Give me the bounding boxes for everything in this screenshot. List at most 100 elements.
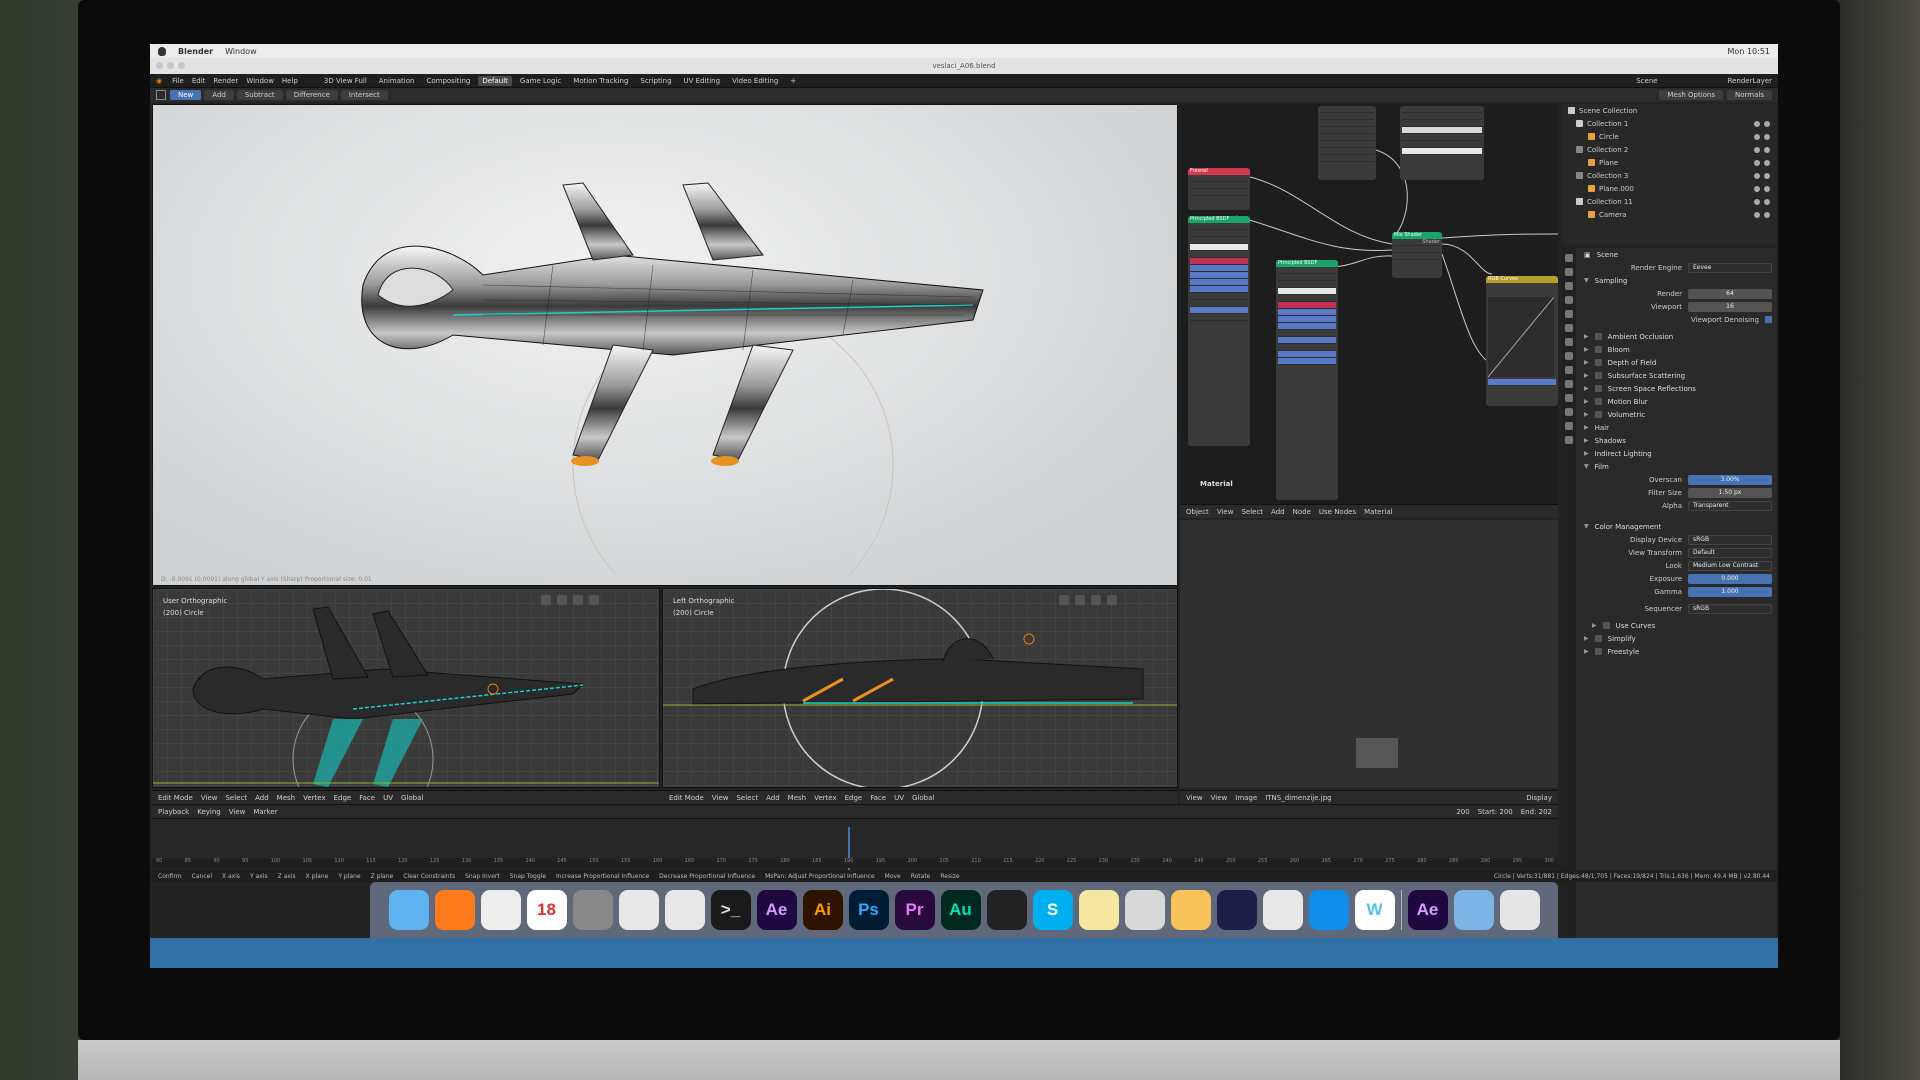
calendar-icon[interactable]: 18 — [526, 890, 567, 930]
image-menu-view-0[interactable]: View — [1186, 794, 1203, 802]
terminal-icon[interactable]: >_ — [710, 890, 751, 930]
add-button[interactable]: Add — [204, 90, 234, 100]
look-dropdown[interactable]: Medium Low Contrast — [1688, 560, 1772, 571]
end-frame-field[interactable]: End: 202 — [1521, 808, 1552, 816]
display-menu[interactable]: Display — [1526, 794, 1552, 802]
minimize-icon[interactable] — [167, 62, 174, 69]
section-checkbox[interactable] — [1594, 411, 1602, 418]
tab-uv-editing[interactable]: UV Editing — [680, 76, 725, 86]
tab-scripting[interactable]: Scripting — [636, 76, 675, 86]
overscan-field[interactable]: 3.00% — [1688, 474, 1772, 485]
node-menu-material[interactable]: Material — [1364, 508, 1392, 516]
section-checkbox[interactable] — [1594, 359, 1602, 366]
menu-add[interactable]: Add — [766, 794, 780, 802]
timeline-menu-keying[interactable]: Keying — [197, 808, 221, 816]
skype-icon[interactable]: S — [1032, 890, 1073, 930]
color-management-section[interactable]: ▼ Color Management — [1578, 520, 1776, 533]
orientation-dropdown[interactable]: Global — [401, 794, 423, 802]
preview-icon[interactable] — [1124, 890, 1165, 930]
menu-file[interactable]: File — [172, 77, 184, 85]
premiere-icon[interactable]: Pr — [894, 890, 935, 930]
trash-icon[interactable] — [1499, 890, 1540, 930]
principled-bsdf-node-2[interactable]: Principled BSDF — [1276, 260, 1338, 500]
node-menu-select[interactable]: Select — [1241, 508, 1263, 516]
menu-view[interactable]: View — [712, 794, 729, 802]
eye-icon[interactable] — [1754, 133, 1760, 140]
menu-help[interactable]: Help — [282, 77, 298, 85]
section-bloom[interactable]: ▶ Bloom — [1578, 343, 1776, 356]
data-tab-icon[interactable] — [1565, 408, 1573, 416]
outliner-row-collection-11[interactable]: Collection 11 — [1562, 195, 1776, 208]
render-tab-icon[interactable] — [1565, 268, 1573, 276]
render-engine-dropdown[interactable]: Eevee — [1688, 262, 1772, 273]
image-menu-view-1[interactable]: View — [1211, 794, 1228, 802]
menu-uv[interactable]: UV — [383, 794, 393, 802]
normals-button[interactable]: Normals — [1727, 90, 1772, 100]
shader-node-editor[interactable]: Fresnel Principled BSDF Principled BSDF … — [1180, 104, 1558, 504]
outliner-row-circle[interactable]: Circle — [1562, 130, 1776, 143]
orientation-dropdown[interactable]: Global — [912, 794, 934, 802]
chrome-icon[interactable] — [480, 890, 521, 930]
main-3d-viewport[interactable]: D: -0.0091 (0.0091) along global Y axis … — [152, 104, 1178, 626]
camera-icon[interactable] — [1764, 211, 1770, 218]
after-effects-icon[interactable]: Ae — [756, 890, 797, 930]
eye-icon[interactable] — [1754, 120, 1760, 127]
menu-edit[interactable]: Edit — [192, 77, 206, 85]
camera-icon[interactable] — [1764, 146, 1770, 153]
camera-icon[interactable] — [1764, 172, 1770, 179]
camera-icon[interactable] — [1764, 198, 1770, 205]
tab-compositing[interactable]: Compositing — [422, 76, 474, 86]
eye-icon[interactable] — [1754, 185, 1760, 192]
photoshop-icon[interactable]: Ps — [848, 890, 889, 930]
output-tab-icon[interactable] — [1565, 282, 1573, 290]
outliner-row-collection-1[interactable]: Collection 1 — [1562, 117, 1776, 130]
outliner-row-scene-collection[interactable]: Scene Collection — [1562, 104, 1776, 117]
viewport-samples-field[interactable]: 16 — [1688, 301, 1772, 312]
tab-animation[interactable]: Animation — [375, 76, 419, 86]
tab-3d-view-full[interactable]: 3D View Full — [320, 76, 371, 86]
section-ambient-occlusion[interactable]: ▶ Ambient Occlusion — [1578, 330, 1776, 343]
section-subsurface-scattering[interactable]: ▶ Subsurface Scattering — [1578, 369, 1776, 382]
display-device-dropdown[interactable]: sRGB — [1688, 534, 1772, 545]
blender-icon[interactable] — [664, 890, 705, 930]
menu-mesh[interactable]: Mesh — [277, 794, 295, 802]
material-tab-icon[interactable] — [1565, 422, 1573, 430]
mix-shader-node[interactable]: Mix Shader Shader — [1392, 232, 1442, 278]
settings-icon[interactable] — [572, 890, 613, 930]
section-checkbox[interactable] — [1594, 346, 1602, 353]
render-samples-field[interactable]: 64 — [1688, 288, 1772, 299]
select-box-icon[interactable] — [156, 90, 166, 100]
outliner-row-plane[interactable]: Plane — [1562, 156, 1776, 169]
menu-window[interactable]: Window — [225, 47, 257, 56]
intersect-button[interactable]: Intersect — [340, 90, 388, 100]
edit-mode-dropdown[interactable]: Edit Mode — [158, 794, 193, 802]
timeline-menu-playback[interactable]: Playback — [158, 808, 189, 816]
eye-icon[interactable] — [1754, 211, 1760, 218]
menu-uv[interactable]: UV — [894, 794, 904, 802]
tab-game-logic[interactable]: Game Logic — [516, 76, 565, 86]
apple-icon[interactable] — [158, 46, 166, 56]
section-motion-blur[interactable]: ▶ Motion Blur — [1578, 395, 1776, 408]
section-indirect-lighting[interactable]: ▶ Indirect Lighting — [1578, 447, 1776, 460]
audition-icon[interactable]: Au — [940, 890, 981, 930]
ae-document-icon[interactable]: Ae — [1407, 890, 1448, 930]
new-button[interactable]: New — [170, 90, 202, 100]
difference-button[interactable]: Difference — [285, 90, 338, 100]
modifier-tab-icon[interactable] — [1565, 352, 1573, 360]
image-name[interactable]: ITNS_dimenzije.jpg — [1265, 794, 1331, 802]
menu-render[interactable]: Render — [213, 77, 238, 85]
tool-tab-icon[interactable] — [1565, 254, 1573, 262]
section-screen-space-reflections[interactable]: ▶ Screen Space Reflections — [1578, 382, 1776, 395]
section-shadows[interactable]: ▶ Shadows — [1578, 434, 1776, 447]
node-menu-node[interactable]: Node — [1293, 508, 1311, 516]
close-icon[interactable] — [156, 62, 163, 69]
eye-icon[interactable] — [1754, 198, 1760, 205]
tab-video-editing[interactable]: Video Editing — [728, 76, 782, 86]
maximize-icon[interactable] — [178, 62, 185, 69]
eye-icon[interactable] — [1754, 159, 1760, 166]
section-volumetric[interactable]: ▶ Volumetric — [1578, 408, 1776, 421]
subtract-button[interactable]: Subtract — [236, 90, 283, 100]
chart-icon[interactable] — [1216, 890, 1257, 930]
outliner-row-plane-000[interactable]: Plane.000 — [1562, 182, 1776, 195]
view-transform-dropdown[interactable]: Default — [1688, 547, 1772, 558]
